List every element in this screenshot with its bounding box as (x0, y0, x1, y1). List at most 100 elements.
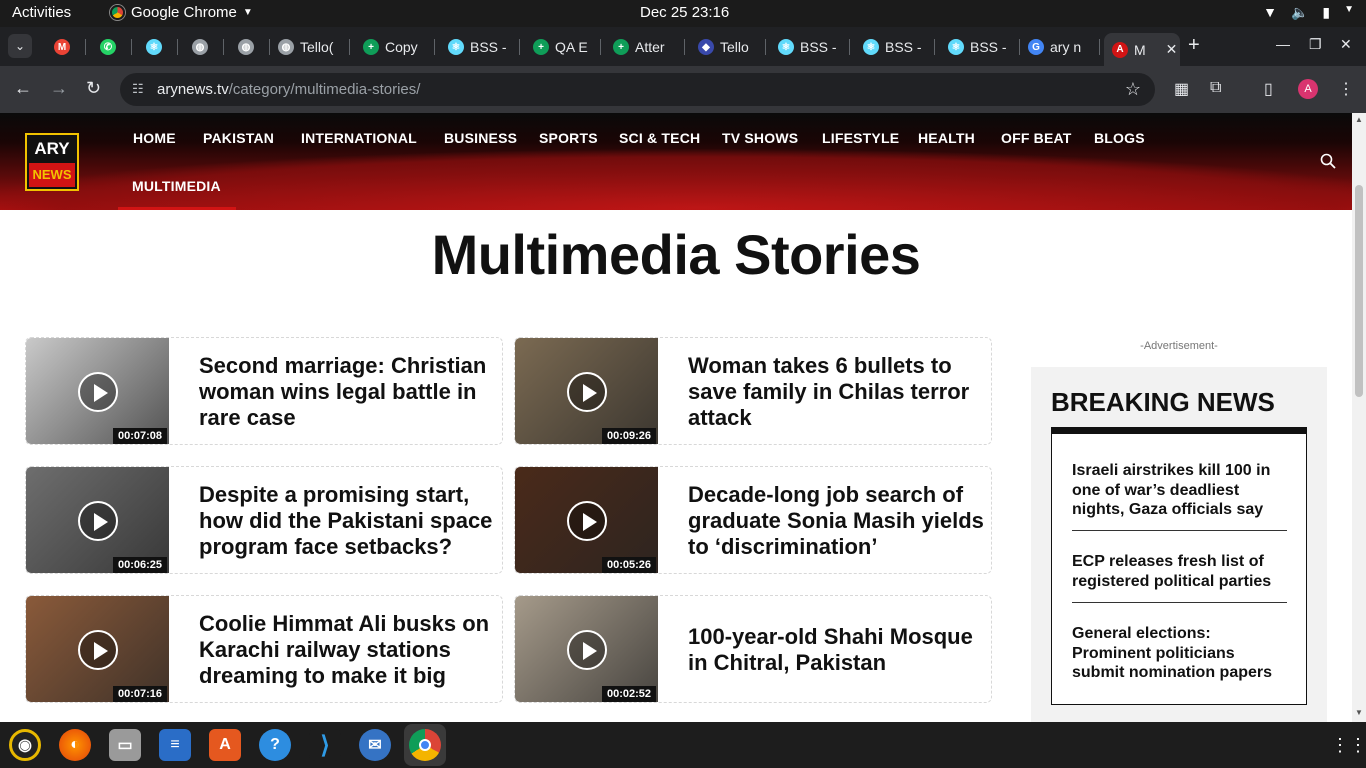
story-thumbnail[interactable]: 00:07:08 (26, 338, 169, 444)
story-card[interactable]: 00:05:26 Decade-long job search of gradua… (514, 466, 992, 574)
nav-item-lifestyle[interactable]: LIFESTYLE (822, 130, 899, 146)
story-card[interactable]: 00:07:08 Second marriage: Christian woman… (25, 337, 503, 445)
writer-icon[interactable]: ≡ (159, 729, 191, 761)
story-card[interactable]: 00:07:16 Coolie Himmat Ali busks on Karac… (25, 595, 503, 703)
story-thumbnail[interactable]: 00:07:16 (26, 596, 169, 702)
scrollbar-thumb[interactable] (1355, 185, 1363, 397)
story-thumbnail[interactable]: 00:06:25 (26, 467, 169, 573)
search-icon[interactable] (1320, 153, 1336, 169)
browser-tab[interactable]: ⚛ BSS - (770, 33, 850, 61)
bookmark-star-icon[interactable]: ☆ (1125, 79, 1141, 100)
qr-code-icon[interactable]: ▦ (1174, 79, 1189, 99)
browser-tab[interactable]: M (46, 33, 86, 61)
browser-tab[interactable]: ⚛ BSS - (940, 33, 1020, 61)
profile-avatar[interactable]: A (1298, 79, 1318, 99)
breaking-news-item[interactable]: General elections: Prominent politicians… (1072, 624, 1287, 683)
browser-tab[interactable]: ◆ Tello (690, 33, 766, 61)
play-icon[interactable] (78, 372, 118, 412)
scroll-up-arrow[interactable]: ▲ (1355, 115, 1363, 124)
story-thumbnail[interactable]: 00:02:52 (515, 596, 658, 702)
side-panel-icon[interactable]: ▯ (1264, 79, 1273, 99)
play-icon[interactable] (567, 372, 607, 412)
activities-button[interactable]: Activities (12, 4, 71, 21)
nav-item-business[interactable]: BUSINESS (444, 130, 517, 146)
play-icon[interactable] (567, 501, 607, 541)
browser-tab[interactable]: + Atter (605, 33, 685, 61)
app-menu[interactable]: Google Chrome ▼ (110, 4, 253, 21)
story-thumbnail[interactable]: 00:05:26 (515, 467, 658, 573)
nav-item-pakistan[interactable]: PAKISTAN (203, 130, 274, 146)
browser-tab[interactable]: + QA E (525, 33, 601, 61)
nav-item-tv-shows[interactable]: TV SHOWS (722, 130, 798, 146)
thunderbird-icon[interactable]: ✉ (359, 729, 391, 761)
page-scrollbar[interactable]: ▲ ▼ (1352, 113, 1366, 722)
play-icon[interactable] (567, 630, 607, 670)
nav-item-sci-tech[interactable]: SCI & TECH (619, 130, 700, 146)
help-icon[interactable]: ? (259, 729, 291, 761)
maximize-button[interactable]: ❐ (1309, 36, 1322, 53)
app-center-icon[interactable]: A (209, 729, 241, 761)
browser-tab[interactable]: ◍ Tello( (270, 33, 350, 61)
play-icon[interactable] (78, 501, 118, 541)
minimize-button[interactable]: — (1276, 36, 1290, 52)
close-tab-icon[interactable]: ✕ (1166, 41, 1178, 58)
new-tab-button[interactable]: + (1188, 34, 1200, 57)
rhythmbox-icon[interactable]: ◉ (9, 729, 41, 761)
story-title[interactable]: 100-year-old Shahi Mosque in Chitral, Pa… (688, 596, 986, 702)
browser-tab[interactable]: ✆ (92, 33, 132, 61)
nav-item-health[interactable]: HEALTH (918, 130, 975, 146)
chrome-icon[interactable] (409, 729, 441, 761)
ary-news-logo[interactable]: ARY NEWS (25, 133, 79, 191)
nav-item-off-beat[interactable]: OFF BEAT (1001, 130, 1072, 146)
reload-button[interactable]: ↻ (86, 78, 101, 99)
breaking-news-heading: BREAKING NEWS (1051, 387, 1275, 417)
forward-button[interactable]: → (50, 78, 68, 99)
address-bar[interactable]: ☷ arynews.tv/category/multimedia-stories… (120, 73, 1155, 106)
browser-tab[interactable]: ◍ (230, 33, 270, 61)
browser-tab[interactable]: A M ✕ (1104, 33, 1180, 66)
scroll-down-arrow[interactable]: ▼ (1355, 708, 1363, 717)
story-card[interactable]: 00:06:25 Despite a promising start, how d… (25, 466, 503, 574)
browser-tab[interactable]: ⚛ BSS - (440, 33, 520, 61)
browser-tab[interactable]: ◍ (184, 33, 224, 61)
story-card[interactable]: 00:09:26 Woman takes 6 bullets to save fa… (514, 337, 992, 445)
browser-tab[interactable]: Gary n (1020, 33, 1100, 61)
gmail-icon: M (54, 39, 70, 55)
menu-kebab-icon[interactable]: ⋮ (1338, 79, 1354, 99)
show-apps-grid-icon[interactable]: ⋮⋮⋮ (1331, 735, 1366, 756)
firefox-icon[interactable]: ◐ (59, 729, 91, 761)
sheets-icon: + (613, 39, 629, 55)
tab-label: BSS - (885, 39, 922, 55)
vscode-icon[interactable]: ⟩ (309, 729, 341, 761)
tab-separator (131, 39, 132, 55)
story-thumbnail[interactable]: 00:09:26 (515, 338, 658, 444)
tab-search-button[interactable]: ⌄ (8, 34, 32, 58)
story-title[interactable]: Despite a promising start, how did the P… (199, 467, 497, 573)
browser-tab[interactable]: ⚛ (138, 33, 178, 61)
back-button[interactable]: ← (14, 78, 32, 99)
extensions-icon[interactable]: ⧉ (1210, 79, 1221, 97)
breaking-news-item[interactable]: ECP releases fresh list of registered po… (1072, 552, 1287, 591)
files-icon[interactable]: ▭ (109, 729, 141, 761)
nav-item-multimedia[interactable]: MULTIMEDIA (132, 178, 221, 194)
story-title[interactable]: Woman takes 6 bullets to save family in … (688, 338, 986, 444)
close-window-button[interactable]: ✕ (1340, 36, 1352, 53)
tab-separator (349, 39, 350, 55)
story-title[interactable]: Second marriage: Christian woman wins le… (199, 338, 497, 444)
story-title[interactable]: Decade-long job search of graduate Sonia… (688, 467, 986, 573)
story-title[interactable]: Coolie Himmat Ali busks on Karachi railw… (199, 596, 497, 702)
browser-tab[interactable]: + Copy (355, 33, 435, 61)
tab-separator (684, 39, 685, 55)
browser-tab[interactable]: ⚛ BSS - (855, 33, 935, 61)
story-card[interactable]: 00:02:52 100-year-old Shahi Mosque in Chi… (514, 595, 992, 703)
app-name: Google Chrome (131, 4, 237, 21)
nav-item-international[interactable]: INTERNATIONAL (301, 130, 417, 146)
play-icon[interactable] (78, 630, 118, 670)
clock[interactable]: Dec 25 23:16 (640, 4, 729, 21)
system-tray[interactable]: ▼ 🔈 ▮ ▼ (1263, 4, 1354, 21)
nav-item-blogs[interactable]: BLOGS (1094, 130, 1145, 146)
site-info-icon[interactable]: ☷ (132, 81, 144, 97)
nav-item-sports[interactable]: SPORTS (539, 130, 598, 146)
nav-item-home[interactable]: HOME (133, 130, 176, 146)
breaking-news-item[interactable]: Israeli airstrikes kill 100 in one of wa… (1072, 461, 1287, 520)
